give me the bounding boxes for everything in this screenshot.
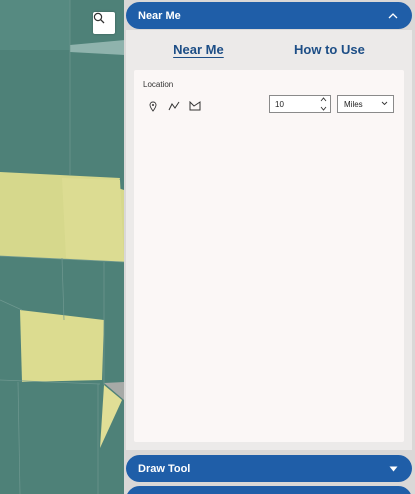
distance-stepper[interactable] (319, 97, 328, 111)
unit-selected-value: Miles (344, 99, 363, 109)
near-me-card: Location 10 Miles (134, 70, 404, 442)
chevron-down-icon (381, 101, 388, 106)
point-tool-icon (149, 101, 157, 112)
side-panel: Near Me Near Me How to Use Location 10 M… (124, 0, 415, 494)
near-me-accordion-header[interactable]: Near Me (126, 2, 412, 29)
caret-down-icon (386, 462, 400, 476)
next-accordion-header[interactable] (126, 486, 412, 494)
draw-tool-header-label: Draw Tool (138, 462, 191, 475)
chevron-down-icon[interactable] (320, 106, 327, 111)
near-me-tabs: Near Me How to Use (126, 40, 412, 59)
distance-input[interactable]: 10 (269, 95, 331, 113)
tab-near-me[interactable]: Near Me (169, 40, 228, 59)
unit-select[interactable]: Miles (337, 95, 394, 113)
chevron-up-icon[interactable] (320, 97, 327, 102)
polygon-tool-button[interactable] (187, 98, 203, 114)
search-icon (93, 12, 105, 24)
draw-tool-accordion-header[interactable]: Draw Tool (126, 455, 412, 482)
map-search-button[interactable] (93, 12, 115, 34)
line-tool-icon (168, 101, 180, 111)
polygon-tool-icon (189, 101, 201, 111)
chevron-up-icon (386, 9, 400, 23)
tab-how-to-use[interactable]: How to Use (290, 40, 369, 59)
map-view[interactable] (0, 0, 125, 494)
distance-value: 10 (275, 99, 284, 109)
near-me-header-label: Near Me (138, 9, 181, 22)
location-label: Location (143, 80, 174, 89)
point-tool-button[interactable] (145, 98, 161, 114)
map-parcels (0, 0, 125, 494)
near-me-accordion-body: Near Me How to Use Location 10 Miles (126, 30, 412, 450)
line-tool-button[interactable] (166, 98, 182, 114)
